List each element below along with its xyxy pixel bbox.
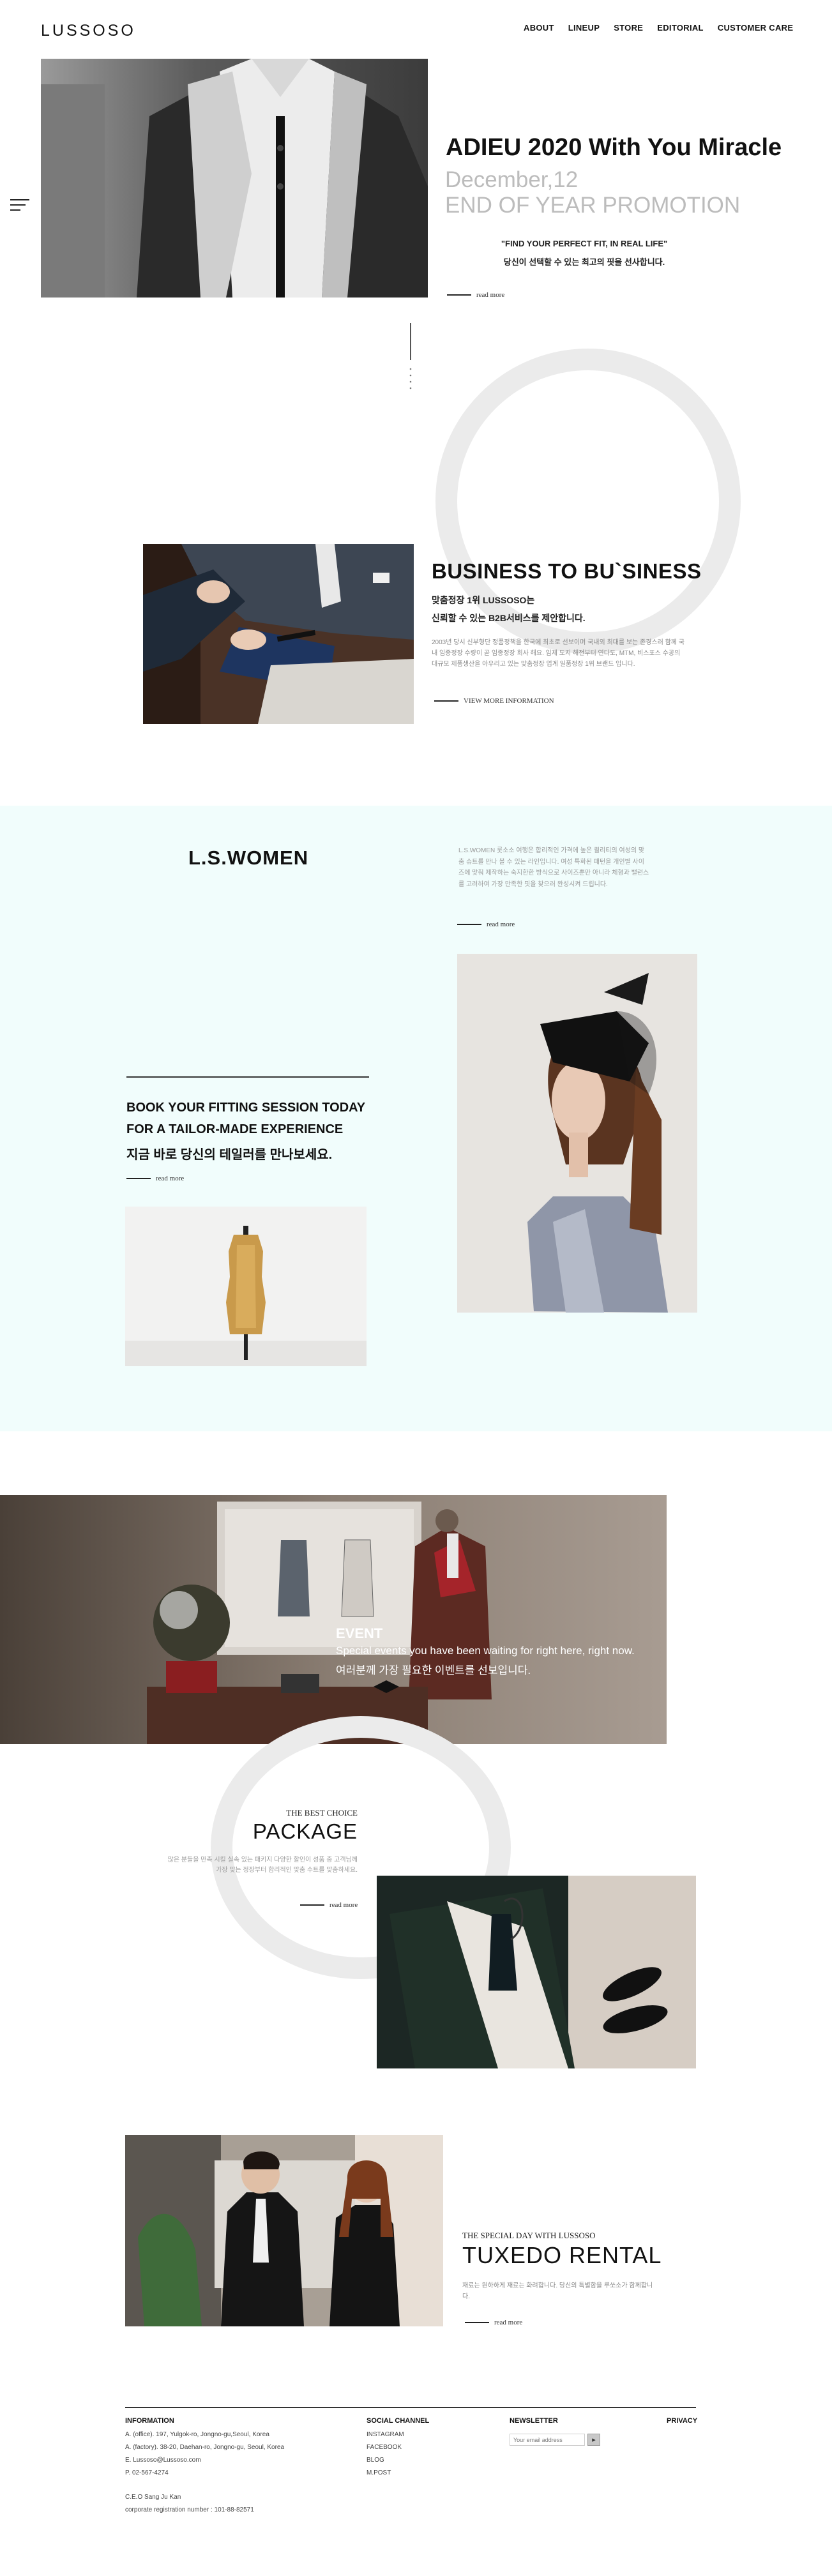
tuxedo-kicker: THE SPECIAL DAY WITH LUSSOSO: [462, 2231, 596, 2240]
read-more-line: [465, 2322, 489, 2323]
footer-divider: [125, 2407, 696, 2408]
read-more-line: [447, 294, 471, 296]
hero-title: ADIEU 2020 With You Miracle: [446, 134, 782, 161]
footer-newsletter-heading: NEWSLETTER: [510, 2417, 558, 2425]
tuxedo-title: TUXEDO RENTAL: [462, 2242, 662, 2268]
nav-editorial[interactable]: EDITORIAL: [657, 23, 704, 33]
business-description: 2003년 당시 신부형단 정품정책을 한국에 최초로 선보이며 국내외 최대를…: [432, 639, 685, 668]
read-more-line: [457, 924, 481, 925]
hero-quote: "FIND YOUR PERFECT FIT, IN REAL LIFE": [501, 239, 668, 248]
hero-suit-photo: [41, 59, 428, 298]
fitting-line-1: BOOK YOUR FITTING SESSION TODAY: [126, 1101, 366, 1115]
event-banner-photo[interactable]: [0, 1495, 667, 1744]
nav-customer-care[interactable]: CUSTOMER CARE: [718, 23, 794, 33]
package-kicker: THE BEST CHOICE: [286, 1808, 358, 1818]
footer-registration-number: corporate registration number : 101-88-8…: [125, 2506, 254, 2513]
footer-ceo: C.E.O Sang Ju Kan: [125, 2494, 181, 2501]
newsletter-submit-button[interactable]: ▸: [587, 2434, 600, 2446]
women-title: L.S.WOMEN: [188, 847, 309, 869]
event-title: EVENT: [336, 1625, 383, 1641]
business-subtitle-2: 신뢰할 수 있는 B2B서비스를 제안합니다.: [432, 613, 586, 623]
hero-korean-tagline: 당신이 선택할 수 있는 최고의 핏을 선사합니다.: [503, 257, 665, 267]
business-title: BUSINESS TO BU`SINESS: [432, 559, 702, 583]
scroll-indicator[interactable]: [409, 323, 412, 393]
social-link-mpost[interactable]: M.POST: [367, 2469, 391, 2476]
read-more-label: read more: [487, 921, 515, 928]
read-more-line: [300, 1904, 324, 1906]
logo[interactable]: LUSSOSO: [41, 22, 136, 40]
read-more-label: read more: [156, 1175, 185, 1182]
women-read-more-link[interactable]: read more: [457, 921, 515, 928]
nav-about[interactable]: ABOUT: [524, 23, 554, 33]
tuxedo-description: 재료는 원하하게 재료는 화려합니다. 당신의 특별함을 루쏘소가 함께합니다.: [462, 2282, 653, 2300]
footer-email[interactable]: E. Lussoso@Lussoso.com: [125, 2457, 201, 2464]
view-more-line: [434, 700, 458, 702]
newsletter-email-input[interactable]: [510, 2434, 585, 2446]
footer-office-address: A. (office). 197, Yulgok-ro, Jongno-gu,S…: [125, 2431, 269, 2438]
nav-store[interactable]: STORE: [614, 23, 643, 33]
package-title: PACKAGE: [252, 1819, 358, 1843]
footer-privacy-link[interactable]: PRIVACY: [667, 2417, 697, 2425]
business-view-more-link[interactable]: VIEW MORE INFORMATION: [434, 697, 554, 705]
decorative-ring: [435, 349, 741, 654]
event-english-text: Special events you have been waiting for…: [336, 1645, 635, 1657]
package-read-more-link[interactable]: read more: [300, 1901, 358, 1909]
nav-lineup[interactable]: LINEUP: [568, 23, 600, 33]
read-more-line: [126, 1178, 151, 1179]
business-subtitle-1: 맞춤정장 1위 LUSSOSO는: [432, 595, 535, 605]
women-portrait-photo: [457, 954, 697, 1313]
fitting-line-3: 지금 바로 당신의 테일러를 만나보세요.: [126, 1148, 333, 1162]
tuxedo-couple-photo: [125, 2135, 443, 2326]
footer-social-heading: SOCIAL CHANNEL: [367, 2417, 430, 2425]
fitting-divider: [126, 1076, 369, 1078]
social-link-blog[interactable]: BLOG: [367, 2457, 384, 2464]
event-korean-text: 여러분께 가장 필요한 이벤트를 선보입니다.: [336, 1664, 531, 1676]
social-link-facebook[interactable]: FACEBOOK: [367, 2444, 402, 2451]
view-more-label: VIEW MORE INFORMATION: [464, 697, 554, 705]
hero-promo: END OF YEAR PROMOTION: [445, 193, 741, 218]
footer-factory-address: A. (factory). 38-20, Daehan-ro, Jongno-g…: [125, 2444, 285, 2451]
hamburger-menu-icon[interactable]: [10, 199, 31, 216]
business-handshake-photo: [143, 544, 414, 724]
package-suit-shoes-photo: [377, 1876, 696, 2068]
footer-information-heading: INFORMATION: [125, 2417, 174, 2425]
read-more-label: read more: [476, 291, 505, 299]
social-link-instagram[interactable]: INSTAGRAM: [367, 2431, 404, 2438]
tuxedo-read-more-link[interactable]: read more: [465, 2319, 522, 2326]
footer-phone: P. 02-567-4274: [125, 2469, 169, 2476]
read-more-label: read more: [329, 1901, 358, 1909]
package-description: 많은 분들을 만족 시킬 실속 있는 패키지 다양한 할인이 성품 중 고객님께…: [167, 1857, 358, 1874]
hero-date: December,12: [445, 167, 579, 192]
read-more-label: read more: [494, 2319, 523, 2326]
mannequin-photo: [125, 1207, 367, 1366]
fitting-read-more-link[interactable]: read more: [126, 1175, 184, 1182]
arrow-right-icon: ▸: [592, 2436, 596, 2444]
women-description: L.S.WOMEN 룻소소 여행은 합리적인 가격에 높은 퀄리티의 여성의 맞…: [458, 847, 649, 888]
main-nav: ABOUT LINEUP STORE EDITORIAL CUSTOMER CA…: [524, 23, 793, 33]
hero-read-more-link[interactable]: read more: [447, 291, 504, 299]
fitting-line-2: FOR A TAILOR-MADE EXPERIENCE: [126, 1122, 344, 1136]
